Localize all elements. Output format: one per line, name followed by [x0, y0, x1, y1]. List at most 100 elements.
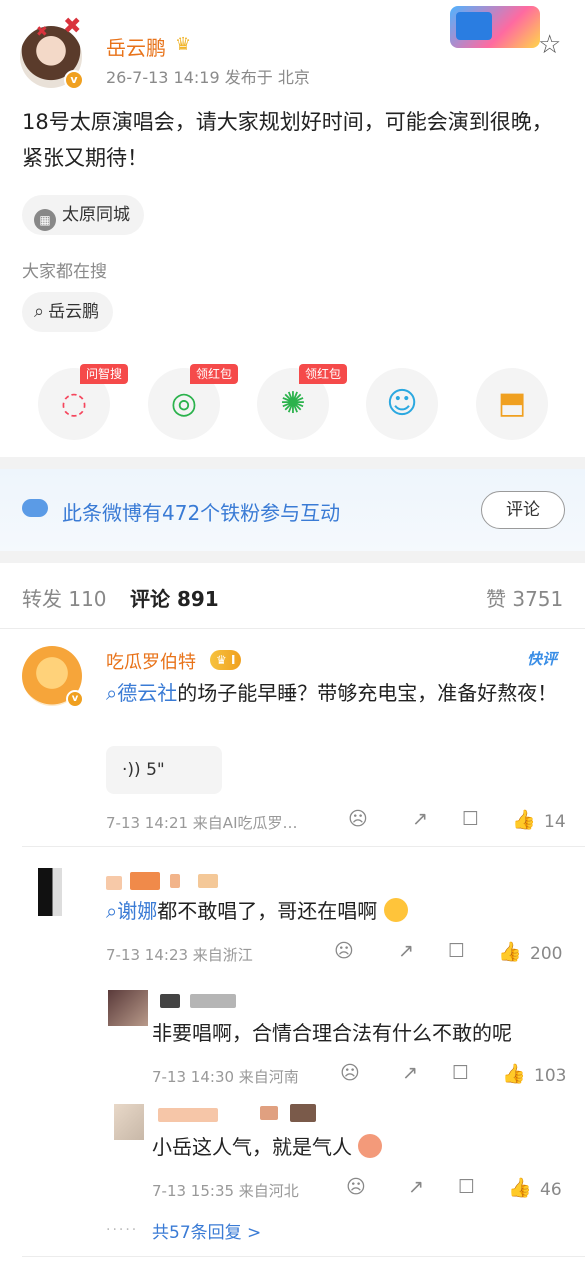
commenter-avatar[interactable]: v — [22, 646, 84, 708]
blurred-avatar — [108, 990, 148, 1026]
laughing-emoji-icon — [383, 898, 408, 922]
post-tabs: 转发 110 评论 891 赞 3751 — [0, 563, 585, 629]
comment-meta: 7-13 14:23 来自浙江 — [106, 946, 253, 964]
like-icon[interactable]: 👍 — [498, 940, 522, 963]
chat-bubble-icon — [22, 499, 48, 517]
search-link-text: 德云社 — [117, 681, 178, 705]
level-badge-text: I — [230, 653, 236, 667]
section-divider — [0, 551, 585, 563]
verified-badge-icon: v — [64, 70, 84, 90]
comment-meta: 7-13 14:21 来自AI吃瓜罗… — [106, 814, 298, 832]
more-replies-link[interactable]: 共57条回复 > — [152, 1218, 261, 1243]
reply-thread-dots: ····· — [106, 1222, 139, 1238]
share-tag: 领红包 — [190, 364, 239, 384]
post-content: 18号太原演唱会，请大家规划好时间，可能会演到很晚，紧张又期待！ — [22, 110, 553, 170]
tab-repost[interactable]: 转发 110 — [22, 583, 107, 612]
reply-text: 小岳这人气，就是气人 — [152, 1130, 572, 1164]
blurred-name — [170, 874, 180, 888]
hot-search-chip[interactable]: ⌕ 岳云鹏 — [22, 292, 114, 332]
location-icon: ▦ — [34, 209, 56, 231]
emoji-icon[interactable]: ☹ — [340, 1062, 360, 1084]
like-count: 46 — [540, 1180, 562, 1200]
voice-icon: ·)) — [122, 760, 141, 780]
comment-body: 的场子能早睡？带够充电宝，准备好熬夜！ — [177, 681, 558, 705]
moments-share-button[interactable]: ✺ 领红包 — [257, 364, 348, 440]
post-meta: 26-7-13 14:19 发布于 北京 — [106, 68, 310, 87]
reply-body: 小岳这人气，就是气人 — [152, 1135, 352, 1159]
promo-banner[interactable] — [450, 6, 540, 48]
emoji-icon[interactable]: ☹ — [334, 940, 354, 962]
qq-share-button[interactable]: ☺ — [366, 368, 438, 440]
voice-message[interactable]: ·)) 5" — [106, 746, 222, 794]
share-tag: 问智搜 — [80, 364, 129, 384]
blurred-name — [198, 874, 218, 888]
location-chip[interactable]: ▦ 太原同城 — [22, 195, 144, 235]
like-count: 14 — [544, 812, 566, 832]
decor-sticker-icon: ✖ — [36, 24, 48, 40]
search-icon: ⌕ — [34, 301, 45, 322]
reply-meta: 7-13 15:35 来自河北 — [152, 1182, 299, 1200]
comment-icon[interactable]: ☐ — [448, 940, 465, 962]
location-chip-label: 太原同城 — [62, 205, 130, 225]
comment-body: 都不敢唱了，哥还在唱啊 — [157, 899, 378, 923]
comment-divider — [22, 846, 585, 847]
author-name[interactable]: 岳云鹏 — [106, 32, 166, 61]
blurred-avatar — [38, 868, 62, 916]
comment-icon[interactable]: ☐ — [462, 808, 479, 830]
verified-badge-icon: v — [66, 690, 84, 708]
blurred-name — [190, 994, 236, 1008]
comment-text: ⌕谢娜都不敢唱了，哥还在唱啊 — [106, 894, 566, 928]
like-icon[interactable]: 👍 — [502, 1062, 526, 1085]
save-image-button[interactable]: ⬒ — [476, 368, 548, 440]
crown-badge-icon: ♛ — [175, 34, 192, 55]
like-icon[interactable]: 👍 — [508, 1176, 532, 1199]
voice-duration: 5" — [146, 760, 165, 780]
post-card: v ✖ ✖ 岳云鹏 ♛ 26-7-13 14:19 发布于 北京 ☆ 18号太原… — [0, 0, 585, 457]
tab-like[interactable]: 赞 3751 — [486, 583, 563, 612]
comment-divider — [22, 1256, 585, 1257]
comment-icon[interactable]: ☐ — [452, 1062, 469, 1084]
quick-comment-badge: 快评 — [527, 650, 558, 668]
fan-interaction-text: 此条微博有472个铁粉参与互动 — [62, 501, 341, 525]
level-badge: ♛ I — [210, 650, 242, 670]
reply-meta: 7-13 14:30 来自河南 — [152, 1068, 299, 1086]
blurred-name — [160, 994, 180, 1008]
emoji-icon[interactable]: ☹ — [346, 1176, 366, 1198]
like-count: 200 — [530, 944, 563, 964]
save-image-icon: ⬒ — [497, 386, 527, 421]
section-divider — [0, 457, 585, 469]
qq-icon: ☺ — [386, 386, 418, 421]
like-icon[interactable]: 👍 — [512, 808, 536, 831]
blurred-name — [290, 1104, 316, 1122]
share-icon[interactable]: ↗ — [398, 940, 414, 962]
blurred-name — [106, 876, 122, 890]
search-link[interactable]: ⌕德云社 — [106, 681, 177, 705]
search-link[interactable]: ⌕谢娜 — [106, 899, 157, 923]
comment-button[interactable]: 评论 — [481, 491, 565, 529]
promo-banner-badge — [456, 12, 492, 40]
comment-icon[interactable]: ☐ — [458, 1176, 475, 1198]
blurred-name — [158, 1108, 218, 1122]
share-icon[interactable]: ↗ — [408, 1176, 424, 1198]
share-icon[interactable]: ↗ — [402, 1062, 418, 1084]
commenter-name[interactable]: 吃瓜罗伯特 — [106, 648, 196, 674]
blurred-avatar — [114, 1104, 144, 1140]
fan-interaction-banner: 此条微博有472个铁粉参与互动 评论 — [0, 469, 585, 551]
blurred-name — [130, 872, 160, 890]
search-link-text: 谢娜 — [117, 899, 158, 923]
comment-text: ⌕德云社的场子能早睡？带够充电宝，准备好熬夜！ — [106, 676, 566, 710]
like-count: 103 — [534, 1066, 567, 1086]
smart-search-button[interactable]: ◌ 问智搜 — [38, 364, 129, 440]
emoji-icon[interactable]: ☹ — [348, 808, 368, 830]
share-tag: 领红包 — [299, 364, 348, 384]
blurred-name — [260, 1106, 278, 1120]
reply-text: 非要唱啊，合情合理合法有什么不敢的呢 — [152, 1021, 512, 1045]
hot-search-label: 大家都在搜 — [22, 262, 107, 282]
star-icon[interactable]: ☆ — [538, 30, 561, 60]
share-icon[interactable]: ↗ — [412, 808, 428, 830]
hot-search-chip-label: 岳云鹏 — [48, 302, 100, 322]
decor-sticker-icon: ✖ — [63, 14, 82, 39]
wechat-share-button[interactable]: ◎ 领红包 — [148, 364, 239, 440]
tab-comment[interactable]: 评论 891 — [130, 583, 219, 612]
angry-emoji-icon — [358, 1134, 383, 1158]
